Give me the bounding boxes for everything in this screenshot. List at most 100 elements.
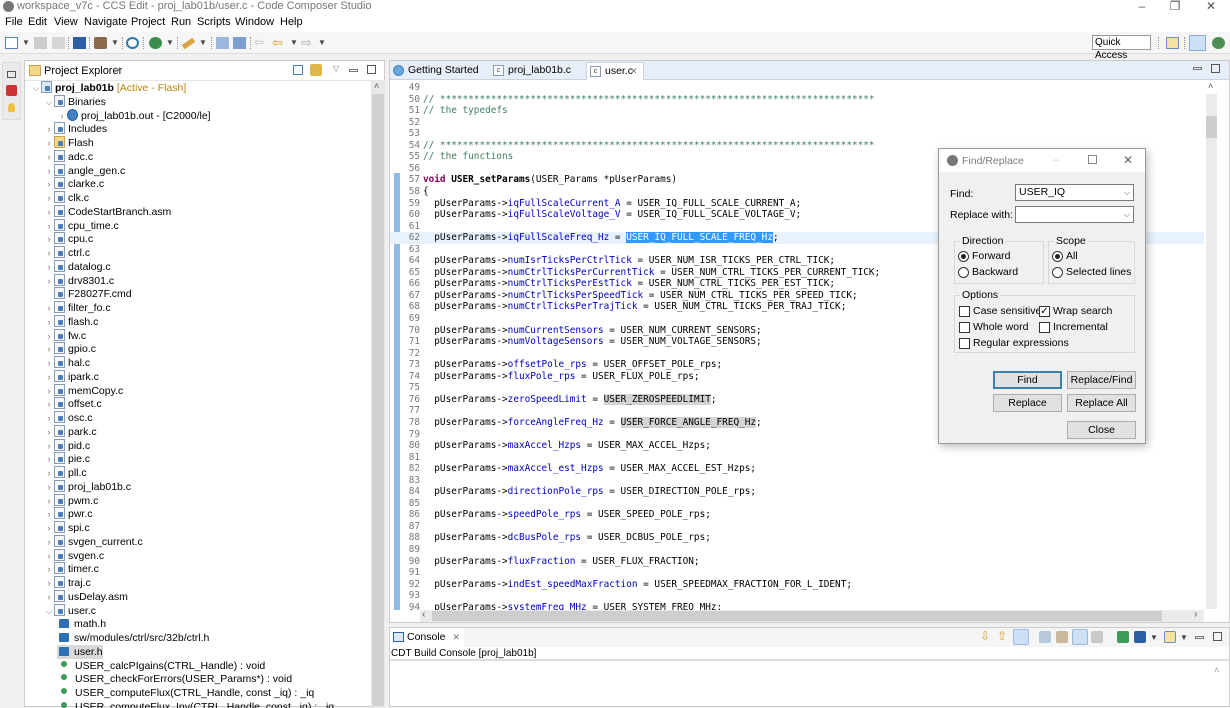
tree-item[interactable]: › spi.c	[44, 521, 90, 535]
menu-file[interactable]: File	[5, 16, 23, 28]
link-console-icon[interactable]	[1013, 629, 1029, 645]
chevron-right-icon[interactable]: ›	[44, 164, 54, 178]
tree-item[interactable]: F28027F.cmd	[44, 287, 132, 301]
open-console-icon[interactable]	[1164, 631, 1176, 643]
menu-project[interactable]: Project	[131, 16, 165, 28]
regex-checkbox[interactable]	[959, 338, 970, 349]
scroll-right-icon[interactable]: ›	[1194, 609, 1197, 620]
chevron-right-icon[interactable]: ›	[44, 260, 54, 274]
chevron-right-icon[interactable]: ›	[44, 150, 54, 164]
whole-word-label[interactable]: Whole word	[973, 321, 1028, 333]
code-line[interactable]: 89	[390, 544, 1204, 556]
chevron-right-icon[interactable]: ›	[44, 452, 54, 466]
tree-item[interactable]: › traj.c	[44, 576, 91, 590]
tree-item[interactable]: › pid.c	[44, 438, 90, 453]
code-line[interactable]: 93	[390, 590, 1204, 602]
chevron-right-icon[interactable]: ›	[44, 136, 54, 150]
code-line[interactable]: 53	[390, 128, 1204, 140]
code-line[interactable]: 88 pUserParams->dcBusPole_rps = USER_DCB…	[390, 532, 1204, 544]
scrollbar-thumb[interactable]	[1206, 116, 1217, 138]
console-scroll-up-icon[interactable]: ˄	[1214, 665, 1219, 675]
code-line[interactable]: 52	[390, 117, 1204, 129]
chevron-down-icon[interactable]: ⌵	[1124, 207, 1130, 222]
chevron-right-icon[interactable]: ›	[44, 397, 54, 411]
tree-item[interactable]: ⌵ proj_lab01b [Active - Flash]	[31, 81, 186, 95]
code-line[interactable]: 49	[390, 82, 1204, 94]
chevron-right-icon[interactable]: ›	[44, 507, 54, 521]
flash-tool-icon[interactable]	[181, 37, 196, 50]
wrap-search-label[interactable]: Wrap search	[1053, 305, 1112, 317]
last-edit-icon[interactable]: ⇦	[254, 36, 267, 49]
code-line[interactable]: 81	[390, 452, 1204, 464]
build-hammer-icon[interactable]	[94, 37, 107, 49]
tree-item[interactable]: › timer.c	[44, 562, 99, 576]
tree-item[interactable]: › pll.c	[44, 466, 87, 480]
tree-item[interactable]: › svgen.c	[44, 548, 104, 563]
chevron-right-icon[interactable]: ›	[44, 342, 54, 356]
dialog-maximize-button[interactable]	[1088, 155, 1097, 164]
display-console-dropdown-icon[interactable]: ▼	[1150, 633, 1158, 642]
forward-label[interactable]: Forward	[972, 250, 1011, 262]
chevron-right-icon[interactable]: ›	[44, 315, 54, 329]
back-dropdown-icon[interactable]: ▼	[290, 38, 298, 47]
forward-dropdown-icon[interactable]: ▼	[318, 38, 326, 47]
menu-run[interactable]: Run	[171, 16, 191, 28]
display-console-icon[interactable]	[1134, 631, 1146, 643]
new-dropdown-icon[interactable]: ▼	[22, 38, 30, 47]
incremental-checkbox[interactable]	[1039, 322, 1050, 333]
menu-navigate[interactable]: Navigate	[84, 16, 127, 28]
next-error-icon[interactable]: ⇩	[980, 630, 992, 643]
tree-item[interactable]: › usDelay.asm	[44, 589, 128, 604]
tree-item[interactable]: ⌵ user.c	[44, 603, 96, 618]
chevron-right-icon[interactable]: ›	[44, 384, 54, 398]
close-tab-icon[interactable]: ✕	[630, 63, 638, 79]
project-explorer-title[interactable]: Project Explorer	[44, 65, 122, 77]
toggle-mark-icon[interactable]	[233, 37, 246, 49]
chevron-right-icon[interactable]: ›	[44, 205, 54, 219]
close-dialog-button[interactable]: Close	[1067, 421, 1136, 439]
project-explorer-scrollbar[interactable]: ˄	[371, 80, 385, 708]
quick-access-input[interactable]: Quick Access	[1092, 35, 1151, 61]
tree-item[interactable]: ⌵ Binaries	[44, 94, 106, 109]
dialog-close-button[interactable]: ✕	[1123, 153, 1133, 167]
close-button[interactable]: ✕	[1196, 0, 1226, 14]
tree-item[interactable]: › Includes	[44, 122, 107, 136]
chevron-down-icon[interactable]: ⌵	[1124, 185, 1130, 200]
tree-item[interactable]: › memCopy.c	[44, 383, 123, 398]
tree-item[interactable]: USER_calcPIgains(CTRL_Handle) : void	[57, 659, 265, 673]
backward-label[interactable]: Backward	[972, 266, 1018, 278]
tree-item[interactable]: › fw.c	[44, 328, 86, 343]
flash-dropdown-icon[interactable]: ▼	[199, 38, 207, 47]
chevron-right-icon[interactable]: ›	[44, 191, 54, 205]
open-perspective-icon[interactable]	[1166, 37, 1179, 49]
ccs-debug-perspective-icon[interactable]	[1212, 37, 1225, 49]
tab-user-c[interactable]: c user.c ✕	[586, 62, 644, 80]
tree-item[interactable]: math.h	[57, 617, 106, 631]
chevron-down-icon[interactable]: ⌵	[44, 95, 54, 109]
chevron-right-icon[interactable]: ›	[57, 109, 67, 123]
search-icon[interactable]	[126, 37, 139, 49]
tree-item[interactable]: › drv8301.c	[44, 273, 114, 288]
menu-edit[interactable]: Edit	[28, 16, 47, 28]
clear-console-icon[interactable]	[1091, 631, 1103, 643]
pin-console-icon[interactable]	[1117, 631, 1129, 643]
tree-item[interactable]: › pie.c	[44, 452, 90, 466]
save-all-icon[interactable]	[52, 37, 65, 49]
code-line[interactable]: 85	[390, 498, 1204, 510]
tree-item[interactable]: › park.c	[44, 424, 97, 439]
chevron-down-icon[interactable]: ⌵	[31, 81, 41, 95]
code-line[interactable]: 84 pUserParams->directionPole_rps = USER…	[390, 486, 1204, 498]
scroll-left-icon[interactable]: ‹	[422, 609, 425, 620]
tree-item[interactable]: › CodeStartBranch.asm	[44, 204, 171, 219]
scroll-up-icon[interactable]: ˄	[1208, 81, 1213, 91]
chevron-right-icon[interactable]: ›	[44, 274, 54, 288]
menu-view[interactable]: View	[54, 16, 78, 28]
tree-item[interactable]: › proj_lab01b.out - [C2000/le]	[57, 108, 211, 123]
chevron-right-icon[interactable]: ›	[44, 232, 54, 246]
chevron-right-icon[interactable]: ›	[44, 576, 54, 590]
minimize-view-icon[interactable]	[349, 69, 358, 72]
word-wrap-icon[interactable]	[1072, 629, 1088, 645]
code-line[interactable]: 91	[390, 567, 1204, 579]
tree-item[interactable]: › gpio.c	[44, 342, 96, 356]
code-line[interactable]: 83	[390, 475, 1204, 487]
